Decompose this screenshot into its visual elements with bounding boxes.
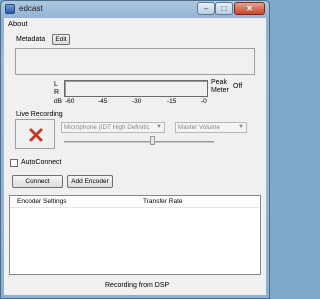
volume-slider-track[interactable] [64, 141, 214, 143]
connect-button[interactable]: Connect [12, 175, 63, 188]
tick-label: -0 [201, 98, 207, 105]
chevron-down-icon: ▼ [156, 124, 162, 130]
volume-source-value: Master Volume [178, 124, 220, 131]
encoder-list[interactable]: Encoder Settings Transfer Rate [9, 195, 261, 275]
chevron-down-icon: ▼ [238, 124, 244, 130]
maximize-button[interactable]: □ [215, 2, 233, 15]
db-label: dB [54, 98, 62, 105]
peak-label-line2: Meter [211, 87, 229, 94]
tick-label: -15 [167, 98, 177, 105]
encoder-list-header: Encoder Settings Transfer Rate [10, 196, 260, 208]
metadata-display [15, 48, 255, 75]
recording-device-select[interactable]: Microphone (IDT High Definitic ▼ [61, 122, 165, 133]
column-encoder-settings[interactable]: Encoder Settings [17, 198, 67, 205]
menu-bar: About [4, 18, 266, 29]
close-icon: ✕ [246, 4, 253, 13]
main-panel: Metadata Edit L R Peak Meter Off dB -60 … [4, 29, 266, 295]
peak-label-line1: Peak [211, 79, 227, 86]
add-encoder-button[interactable]: Add Encoder [67, 175, 113, 188]
menu-about[interactable]: About [8, 19, 28, 28]
live-recording-label: Live Recording [16, 111, 63, 118]
volume-source-select[interactable]: Master Volume ▼ [175, 122, 247, 133]
volume-slider-thumb[interactable] [150, 136, 155, 145]
autoconnect-label[interactable]: AutoConnect [21, 159, 61, 166]
title-bar[interactable]: edcast – □ ✕ [1, 1, 269, 18]
edcast-window: edcast – □ ✕ About Metadata Edit L R Pea… [0, 0, 270, 299]
peak-meter-state[interactable]: Off [233, 83, 242, 90]
level-meter [64, 80, 208, 97]
minimize-icon: – [203, 4, 209, 13]
tick-label: -45 [98, 98, 108, 105]
peak-meter-label: Peak Meter [211, 79, 229, 95]
record-disabled-icon [29, 128, 43, 142]
minimize-button[interactable]: – [197, 2, 215, 15]
metadata-edit-button[interactable]: Edit [52, 34, 70, 45]
column-transfer-rate[interactable]: Transfer Rate [143, 198, 183, 205]
status-text: Recording from DSP [105, 282, 170, 289]
live-recording-toggle[interactable] [15, 119, 55, 149]
recording-device-value: Microphone (IDT High Definitic [64, 124, 150, 131]
close-button[interactable]: ✕ [234, 2, 265, 15]
metadata-label: Metadata [16, 36, 46, 43]
app-icon [5, 4, 15, 14]
window-title: edcast [19, 4, 43, 13]
autoconnect-checkbox[interactable] [10, 159, 18, 167]
tick-label: -60 [65, 98, 75, 105]
meter-right-label: R [54, 89, 60, 96]
meter-left-label: L [54, 81, 58, 88]
maximize-icon: □ [221, 4, 227, 13]
tick-label: -30 [132, 98, 142, 105]
